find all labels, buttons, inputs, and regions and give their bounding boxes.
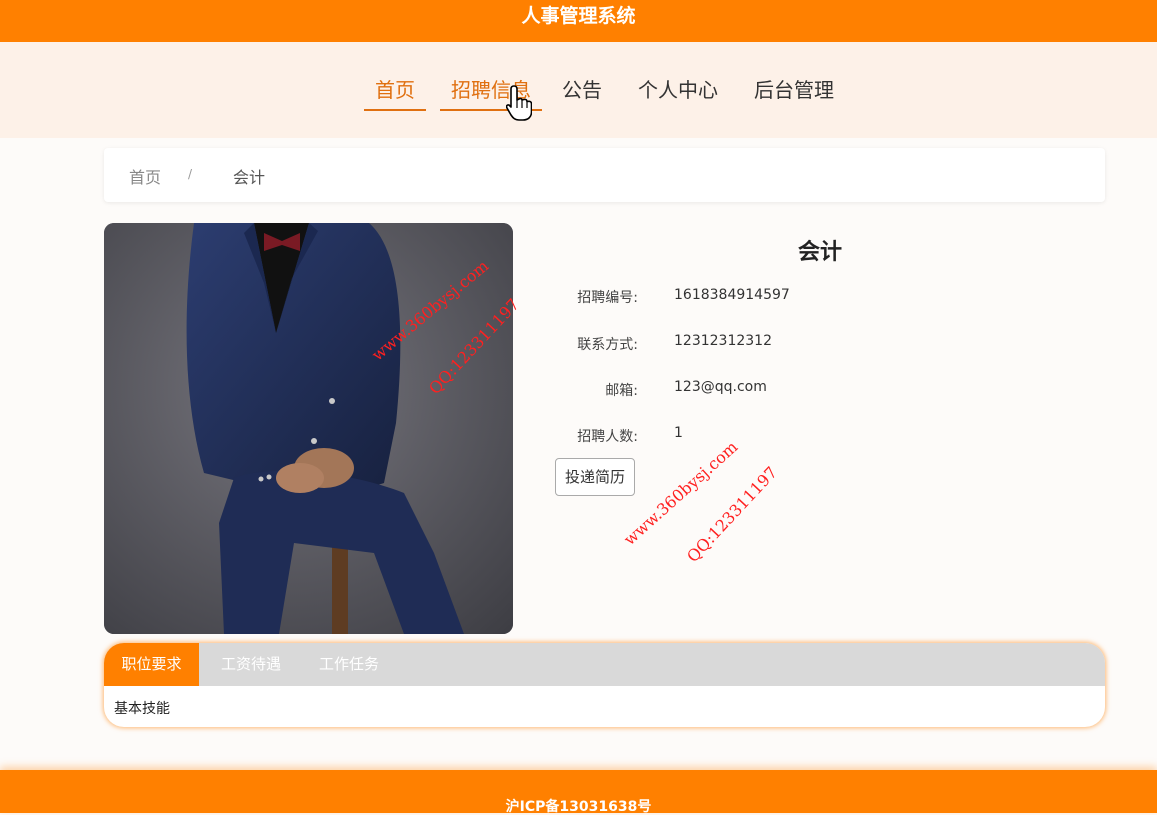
job-detail-tabs: 职位要求 工资待遇 工作任务 基本技能 [104, 643, 1105, 727]
field-value-email: 123@qq.com [674, 379, 767, 395]
field-value-contact: 12312312312 [674, 333, 772, 349]
field-label-job-id: 招聘编号: [577, 290, 638, 306]
hand-cursor-icon [506, 85, 532, 121]
field-value-job-id: 1618384914597 [674, 287, 790, 303]
breadcrumb-home-link[interactable]: 首页 [129, 164, 161, 188]
breadcrumb-current: 会计 [233, 168, 266, 187]
tab-strip: 职位要求 工资待遇 工作任务 [104, 643, 1105, 686]
nav-item-home[interactable]: 首页 [364, 75, 426, 111]
footer: 沪ICP备13031638号 [0, 770, 1157, 815]
tab-salary-benefits[interactable]: 工资待遇 [208, 643, 294, 686]
nav-item-personal-center[interactable]: 个人中心 [633, 75, 723, 109]
job-title: 会计 [797, 240, 842, 265]
field-value-headcount: 1 [674, 425, 683, 441]
app-title: 人事管理系统 [521, 5, 636, 27]
app-title-bar: 人事管理系统 [0, 0, 1157, 42]
nav-item-admin[interactable]: 后台管理 [749, 75, 839, 109]
tab-work-tasks[interactable]: 工作任务 [306, 643, 392, 686]
main-nav: 首页 招聘信息 公告 个人中心 后台管理 [0, 42, 1157, 138]
field-label-email: 邮箱: [605, 383, 638, 399]
tab-content-text: 基本技能 [114, 701, 170, 717]
nav-item-announcement[interactable]: 公告 [558, 75, 606, 109]
breadcrumb: 首页 / 会计 [104, 148, 1105, 202]
breadcrumb-separator: / [188, 167, 193, 181]
field-label-headcount: 招聘人数: [577, 429, 638, 445]
field-label-contact: 联系方式: [577, 337, 638, 353]
tab-job-requirements[interactable]: 职位要求 [104, 643, 199, 686]
submit-resume-button[interactable]: 投递简历 [555, 458, 635, 496]
